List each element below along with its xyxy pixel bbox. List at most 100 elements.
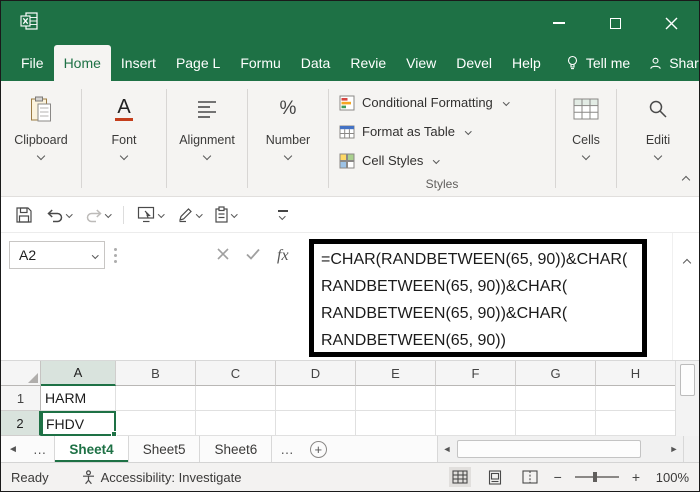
cell-D1[interactable] [276, 386, 356, 411]
cell-C1[interactable] [196, 386, 276, 411]
conditional-formatting-button[interactable]: Conditional Formatting [339, 88, 545, 117]
zoom-slider-thumb[interactable] [593, 472, 597, 482]
cell-E2[interactable] [356, 411, 436, 436]
zoom-out-button[interactable]: − [554, 469, 562, 485]
column-header-H[interactable]: H [596, 361, 676, 386]
chevron-down-icon [37, 152, 45, 160]
select-all-button[interactable] [1, 361, 41, 386]
cancel-button[interactable] [217, 247, 229, 265]
tab-home[interactable]: Home [54, 45, 111, 81]
check-icon [246, 248, 260, 260]
cells-group-button[interactable]: Cells [556, 81, 616, 196]
column-header-F[interactable]: F [436, 361, 516, 386]
undo-button[interactable] [46, 207, 72, 223]
customize-qat-button[interactable] [278, 210, 288, 218]
scroll-left-icon[interactable]: ◄ [438, 444, 456, 454]
cell-F1[interactable] [436, 386, 516, 411]
cell-C2[interactable] [196, 411, 276, 436]
chevron-down-icon [203, 152, 211, 160]
horizontal-scrollbar[interactable]: ◄ ► [437, 436, 699, 462]
sheet-tab-sheet6[interactable]: Sheet6 [200, 436, 272, 462]
cell-A2[interactable]: FHDV [41, 411, 116, 436]
sheet-tab-sheet4[interactable]: Sheet4 [54, 436, 128, 462]
font-group-button[interactable]: A Font [82, 81, 166, 196]
qat-custom-button-2[interactable] [177, 206, 202, 223]
hidden-sheets-right[interactable]: … [272, 436, 302, 462]
tab-review[interactable]: Revie [340, 45, 396, 81]
screen-pointer-icon [137, 206, 156, 223]
enter-button[interactable] [246, 247, 260, 265]
accessibility-checker-button[interactable]: Accessibility: Investigate [81, 470, 242, 485]
cell-H2[interactable] [596, 411, 676, 436]
cell-H1[interactable] [596, 386, 676, 411]
vertical-scrollbar-thumb[interactable] [680, 364, 695, 396]
save-button[interactable] [15, 206, 33, 224]
hidden-sheets-left[interactable]: … [25, 436, 55, 462]
cell-B1[interactable] [116, 386, 196, 411]
cell-B2[interactable] [116, 411, 196, 436]
column-header-D[interactable]: D [276, 361, 356, 386]
close-button[interactable] [643, 1, 699, 45]
alignment-group-button[interactable]: Alignment [167, 81, 247, 196]
horizontal-scrollbar-thumb[interactable] [457, 440, 641, 458]
column-header-A[interactable]: A [41, 361, 116, 386]
lightbulb-icon [565, 55, 580, 71]
tab-developer[interactable]: Devel [446, 45, 502, 81]
formula-bar-splitter[interactable] [114, 248, 117, 251]
cell-G2[interactable] [516, 411, 596, 436]
vertical-scrollbar[interactable] [675, 361, 699, 436]
tab-data[interactable]: Data [291, 45, 341, 81]
clipboard-group-button[interactable]: Clipboard [1, 81, 81, 196]
tell-me-button[interactable]: Tell me [557, 45, 638, 81]
column-header-G[interactable]: G [516, 361, 596, 386]
tab-insert[interactable]: Insert [111, 45, 166, 81]
ribbon-tab-bar: File Home Insert Page L Formu Data Revie… [1, 45, 699, 81]
row-header-1[interactable]: 1 [1, 386, 41, 411]
share-button[interactable]: Share [638, 45, 700, 81]
maximize-button[interactable] [587, 1, 643, 45]
page-break-preview-button[interactable] [519, 467, 541, 487]
minimize-button[interactable] [531, 1, 587, 45]
styles-group: Conditional Formatting Format as Table [329, 81, 555, 196]
cell-styles-button[interactable]: Cell Styles [339, 146, 545, 175]
insert-function-button[interactable]: fx [277, 247, 289, 265]
cell-D2[interactable] [276, 411, 356, 436]
chevron-down-icon [105, 211, 111, 217]
scroll-right-icon[interactable]: ► [665, 444, 683, 454]
cell-G1[interactable] [516, 386, 596, 411]
cell-F2[interactable] [436, 411, 516, 436]
collapse-formula-bar-button[interactable] [684, 253, 690, 271]
page-layout-view-button[interactable] [484, 467, 506, 487]
zoom-level[interactable]: 100% [653, 470, 689, 485]
quick-access-toolbar [1, 197, 699, 233]
normal-view-button[interactable] [449, 467, 471, 487]
tab-file[interactable]: File [11, 45, 54, 81]
zoom-in-button[interactable]: + [632, 469, 640, 485]
collapse-ribbon-button[interactable] [683, 170, 689, 188]
format-as-table-button[interactable]: Format as Table [339, 117, 545, 146]
formula-input[interactable]: =CHAR(RANDBETWEEN(65, 90))&CHAR( RANDBET… [309, 239, 647, 357]
clipboard-small-icon [214, 206, 229, 223]
tab-formulas[interactable]: Formu [230, 45, 290, 81]
new-sheet-button[interactable]: + [310, 441, 327, 458]
normal-view-icon [452, 470, 468, 484]
tab-help[interactable]: Help [502, 45, 551, 81]
qat-custom-button-1[interactable] [137, 206, 164, 223]
zoom-slider[interactable] [575, 476, 619, 478]
sheet-tab-sheet5[interactable]: Sheet5 [129, 436, 201, 462]
number-group-button[interactable]: % Number [248, 81, 328, 196]
cell-E1[interactable] [356, 386, 436, 411]
sheet-nav-left-button[interactable]: ◄ [1, 436, 25, 462]
horizontal-scrollbar-track[interactable] [456, 436, 665, 462]
column-header-E[interactable]: E [356, 361, 436, 386]
redo-button[interactable] [85, 207, 111, 223]
column-header-C[interactable]: C [196, 361, 276, 386]
fill-handle[interactable] [111, 431, 117, 437]
qat-custom-button-3[interactable] [214, 206, 237, 223]
cell-A1[interactable]: HARM [41, 386, 116, 411]
tab-view[interactable]: View [396, 45, 446, 81]
tab-page-layout[interactable]: Page L [166, 45, 230, 81]
row-header-2[interactable]: 2 [1, 411, 41, 436]
column-header-B[interactable]: B [116, 361, 196, 386]
name-box[interactable]: A2 [9, 241, 105, 269]
